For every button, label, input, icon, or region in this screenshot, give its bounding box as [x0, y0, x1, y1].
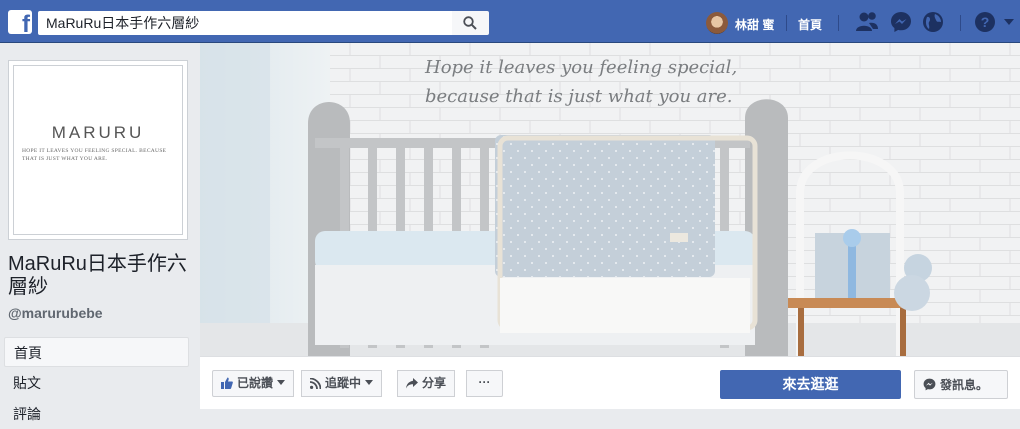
page-action-bar: 已說讚 追蹤中 分享 ··· 來去逛逛 發訊息。 — [200, 356, 1020, 409]
more-dots-icon: ··· — [478, 375, 491, 389]
search-button[interactable] — [452, 11, 489, 35]
following-label: 追蹤中 — [325, 376, 362, 390]
messenger-icon[interactable] — [890, 11, 912, 33]
svg-text:?: ? — [981, 14, 990, 30]
help-icon[interactable]: ? — [974, 11, 996, 33]
search-input[interactable]: MaRuRu日本手作六層紗 — [38, 11, 452, 35]
messenger-icon — [923, 378, 936, 391]
divider — [838, 15, 839, 31]
liked-label: 已說讚 — [237, 376, 274, 390]
divider — [960, 15, 961, 31]
left-sidebar: MARURU HOPE IT LEAVES YOU FEELING SPECIA… — [0, 43, 200, 422]
cover-quote-line-1: Hope it leaves you feeling special, — [425, 57, 738, 78]
profile-picture[interactable]: MARURU HOPE IT LEAVES YOU FEELING SPECIA… — [8, 60, 188, 240]
divider — [786, 15, 787, 31]
send-message-label: 發訊息。 — [940, 378, 989, 392]
thumbs-up-icon — [221, 377, 233, 389]
home-link[interactable]: 首頁 — [798, 16, 822, 33]
share-button[interactable]: 分享 — [397, 370, 456, 397]
cover-quote-line-2: because that is just what you are. — [425, 86, 733, 107]
liked-button[interactable]: 已說讚 — [212, 370, 295, 397]
avatar — [706, 12, 728, 34]
send-message-button[interactable]: 發訊息。 — [914, 370, 1008, 399]
search-icon — [463, 16, 477, 30]
page-handle[interactable]: @marurubebe — [8, 305, 103, 321]
nav-item-home[interactable]: 首頁 — [4, 337, 189, 367]
shop-now-button[interactable]: 來去逛逛 — [720, 370, 901, 399]
globe-icon[interactable] — [922, 11, 944, 33]
rss-icon — [310, 378, 321, 389]
more-button[interactable]: ··· — [466, 370, 503, 397]
cover-quote: Hope it leaves you feeling special, beca… — [425, 53, 737, 111]
brand-tagline: HOPE IT LEAVES YOU FEELING SPECIAL. BECA… — [22, 148, 167, 162]
profile-name: 林甜 蜜 — [735, 18, 775, 32]
nav-item-reviews[interactable]: 評論 — [4, 399, 189, 429]
chevron-down-icon — [277, 380, 286, 385]
cover-photo[interactable]: Hope it leaves you feeling special, beca… — [200, 43, 1020, 356]
share-arrow-icon — [406, 378, 418, 389]
chevron-down-icon — [365, 380, 374, 385]
brand-logo-text: MARURU — [51, 123, 145, 142]
chevron-down-icon[interactable] — [1004, 19, 1014, 25]
following-button[interactable]: 追蹤中 — [301, 370, 383, 397]
brand-logo-image: MARURU HOPE IT LEAVES YOU FEELING SPECIA… — [13, 65, 183, 235]
page-title[interactable]: MaRuRu日本手作六層紗 — [8, 253, 193, 299]
top-navigation-bar: f MaRuRu日本手作六層紗 林甜 蜜 首頁 ? — [0, 0, 1020, 43]
friends-icon[interactable] — [855, 11, 879, 33]
share-label: 分享 — [422, 376, 447, 390]
facebook-logo-icon[interactable]: f — [8, 10, 32, 34]
nav-item-posts[interactable]: 貼文 — [4, 368, 189, 398]
